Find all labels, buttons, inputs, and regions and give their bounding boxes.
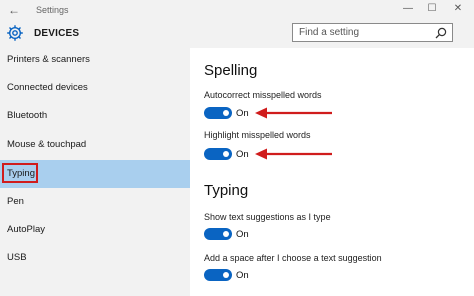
page-title: DEVICES — [34, 28, 80, 39]
sidebar-item-printers-scanners[interactable]: Printers & scanners — [0, 48, 190, 74]
suggestions-label: Show text suggestions as I type — [204, 212, 331, 222]
sidebar-item-mouse-touchpad[interactable]: Mouse & touchpad — [0, 133, 190, 159]
suggestions-state: On — [236, 229, 249, 240]
highlight-label: Highlight misspelled words — [204, 130, 311, 140]
typing-heading: Typing — [204, 182, 249, 199]
autocorrect-state: On — [236, 108, 249, 119]
sidebar-item-label: AutoPlay — [7, 224, 46, 235]
sidebar-item-label: Connected devices — [7, 82, 88, 93]
add-space-toggle[interactable] — [204, 269, 232, 281]
autocorrect-label: Autocorrect misspelled words — [204, 90, 322, 100]
toggle-knob — [223, 110, 229, 116]
add-space-state: On — [236, 270, 249, 281]
maximize-icon[interactable]: ☐ — [425, 3, 439, 14]
sidebar-item-autoplay[interactable]: AutoPlay — [0, 218, 190, 244]
autocorrect-toggle[interactable] — [204, 107, 232, 119]
sidebar-item-usb[interactable]: USB — [0, 246, 190, 272]
suggestions-toggle[interactable] — [204, 228, 232, 240]
sidebar-item-connected-devices[interactable]: Connected devices — [0, 76, 190, 102]
highlight-toggle[interactable] — [204, 148, 232, 160]
highlight-state: On — [236, 149, 249, 160]
spelling-heading: Spelling — [204, 62, 258, 79]
sidebar-item-label: Printers & scanners — [7, 54, 90, 65]
sidebar-item-label: Mouse & touchpad — [7, 139, 87, 150]
add-space-label: Add a space after I choose a text sugges… — [204, 253, 382, 263]
main-content: Spelling Autocorrect misspelled words On… — [190, 48, 474, 296]
sidebar-item-label: Pen — [7, 196, 24, 207]
sidebar-item-label: USB — [7, 252, 27, 263]
annotation-arrow-icon — [255, 107, 332, 119]
gear-icon — [7, 25, 23, 41]
toggle-knob — [223, 231, 229, 237]
sidebar-item-pen[interactable]: Pen — [0, 190, 190, 216]
toggle-knob — [223, 151, 229, 157]
search-placeholder: Find a setting — [299, 27, 360, 38]
back-arrow-icon[interactable]: ← — [8, 3, 20, 17]
highlight-box — [2, 163, 38, 183]
title-bar: ← Settings — ☐ ✕ — [0, 0, 474, 20]
annotation-arrow-icon — [255, 148, 332, 160]
close-icon[interactable]: ✕ — [451, 3, 465, 14]
sidebar-item-bluetooth[interactable]: Bluetooth — [0, 104, 190, 130]
window-title: Settings — [36, 5, 69, 15]
search-input[interactable]: Find a setting — [292, 23, 453, 42]
toggle-knob — [223, 272, 229, 278]
sidebar-item-label: Bluetooth — [7, 110, 48, 121]
minimize-icon[interactable]: — — [401, 3, 415, 14]
search-icon[interactable] — [435, 27, 447, 39]
